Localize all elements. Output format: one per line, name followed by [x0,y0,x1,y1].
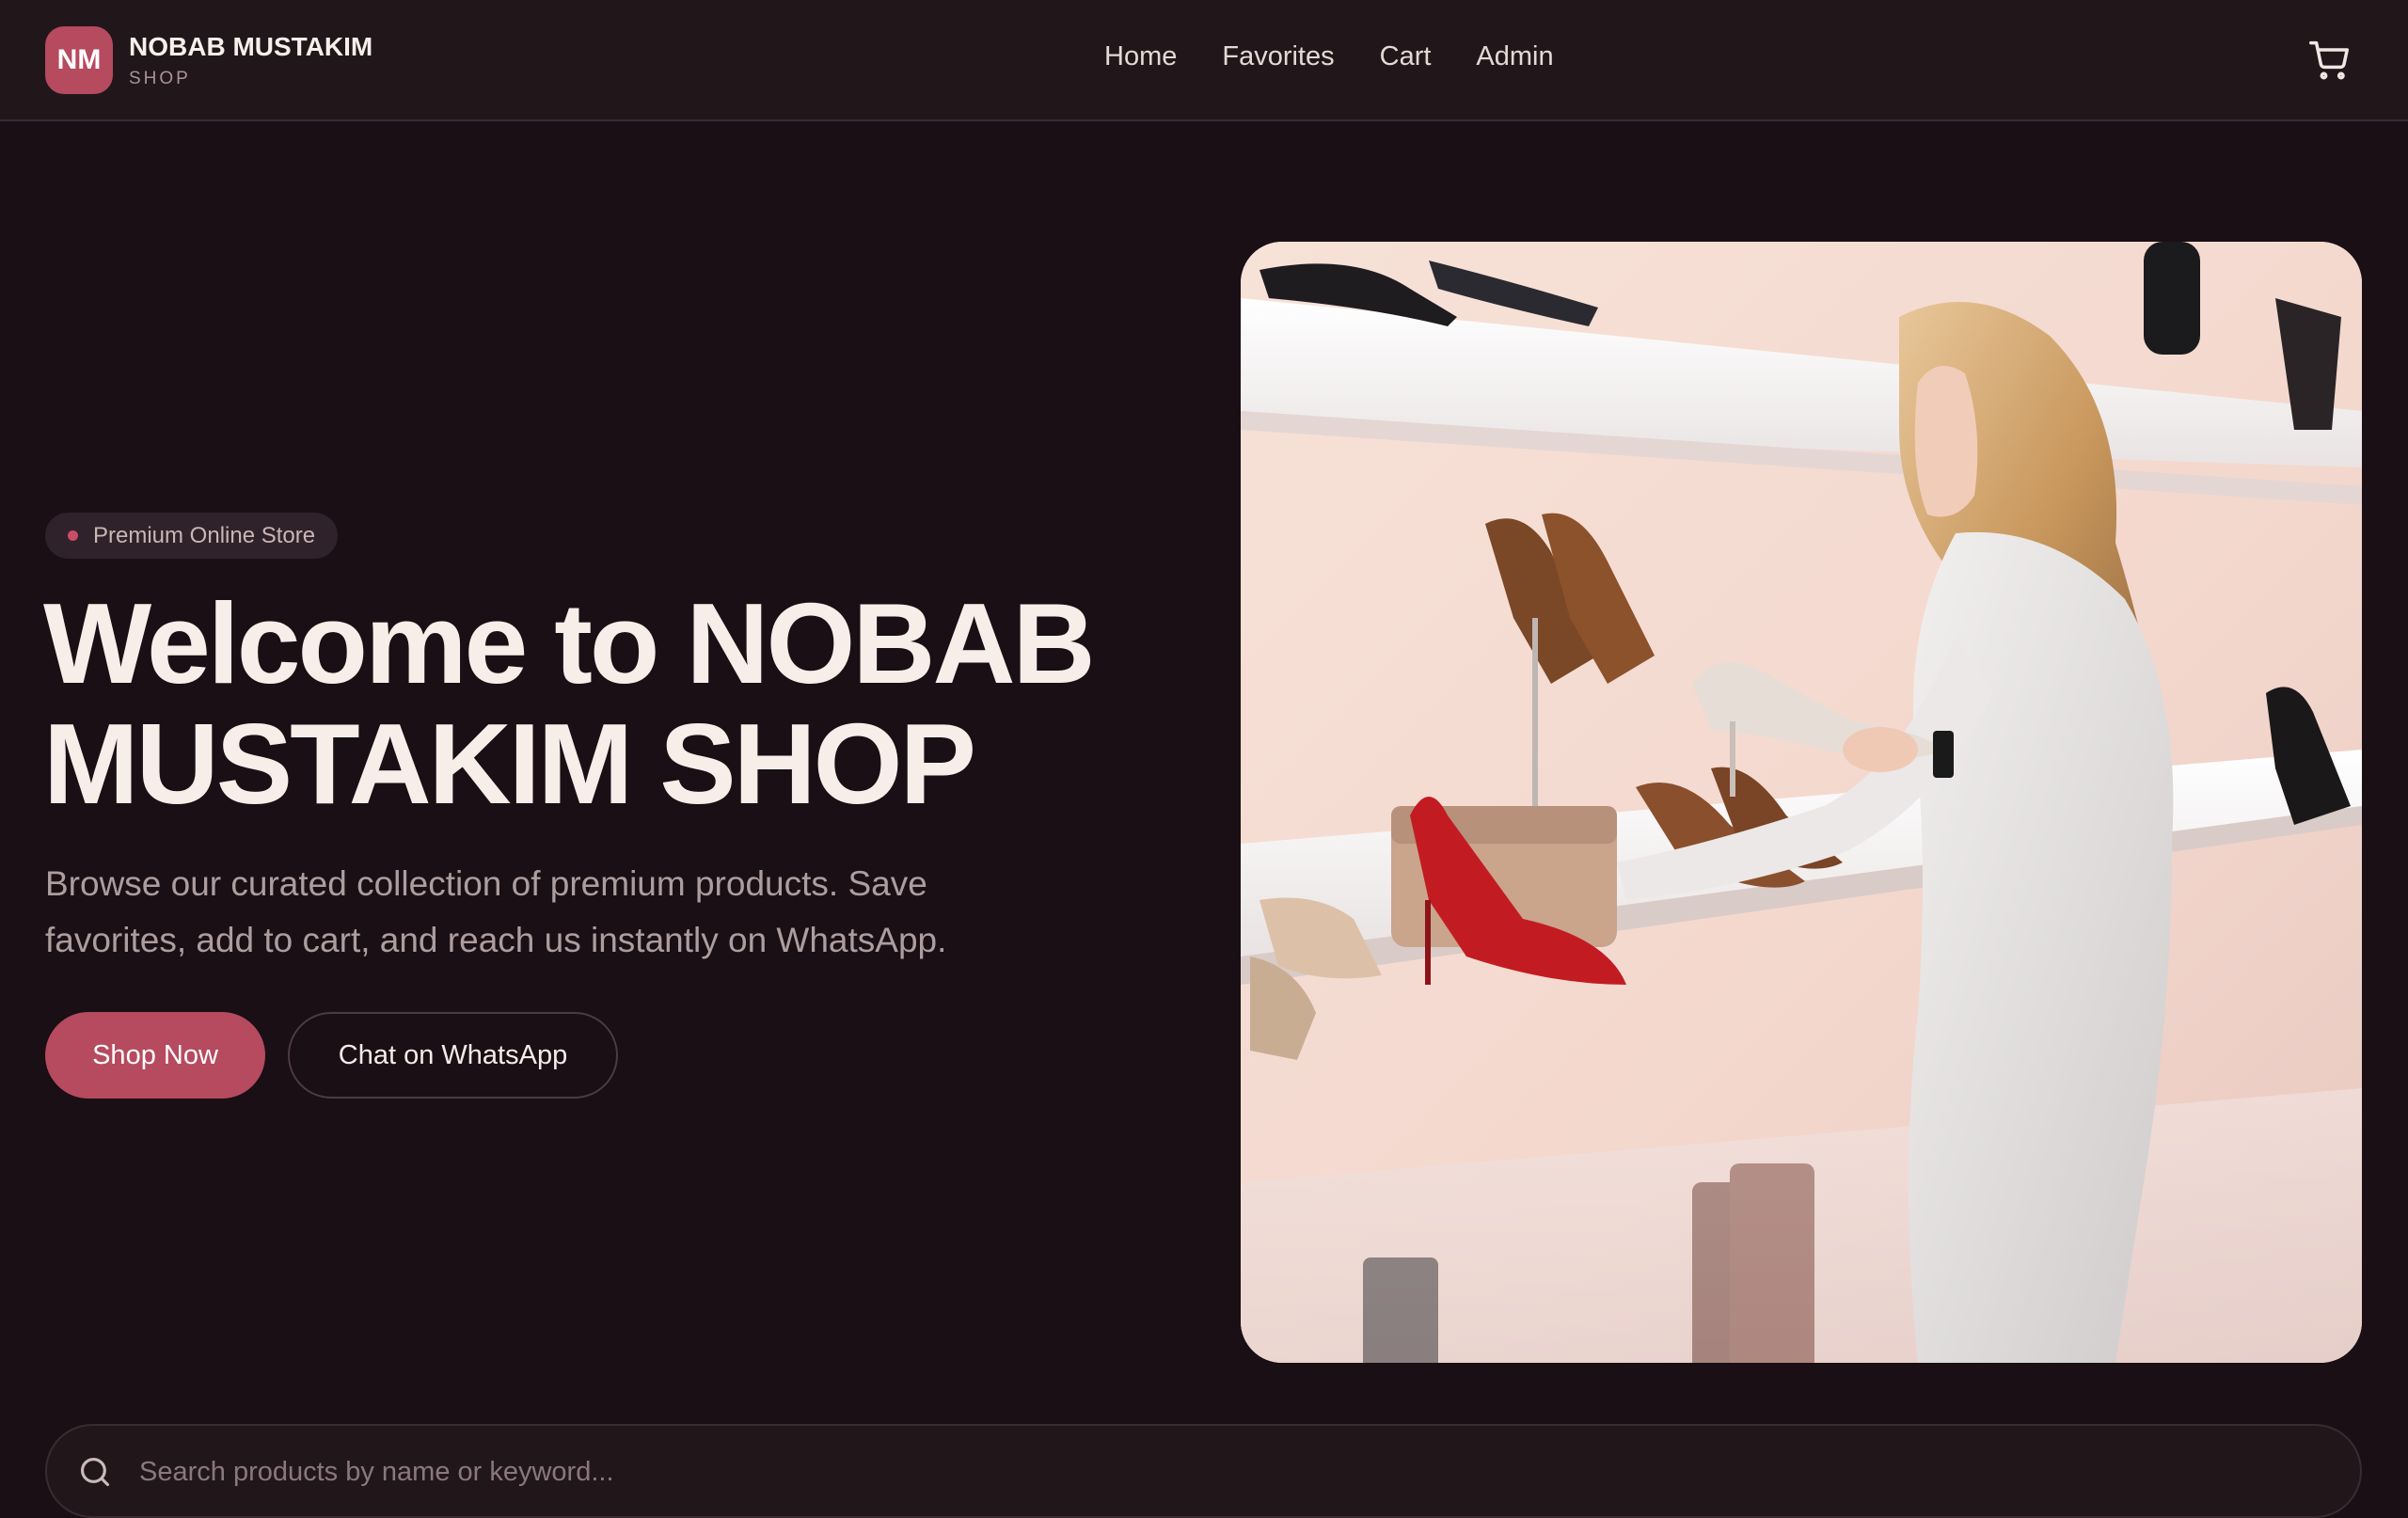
nav-link-cart[interactable]: Cart [1380,41,1432,72]
shopping-cart-icon[interactable] [2308,40,2350,81]
shop-now-button[interactable]: Shop Now [45,1012,265,1099]
brand-name[interactable]: NOBAB MUSTAKIM [129,32,372,62]
search-bar [45,1424,2362,1518]
hero-title: Welcome to NOBAB MUSTAKIM SHOP [43,579,1096,828]
nav-link-favorites[interactable]: Favorites [1222,41,1334,72]
logo-badge[interactable]: NM [45,26,113,94]
search-input[interactable] [137,1445,2301,1499]
hero-description: Browse our curated collection of premium… [45,864,947,959]
main-nav: Home Favorites Cart Admin [1104,41,1554,72]
premium-store-badge: Premium Online Store [45,513,339,559]
top-navbar: NM NOBAB MUSTAKIM SHOP Home Favorites Ca… [0,0,2408,121]
search-icon [80,1457,110,1487]
badge-dot-icon [68,530,78,541]
brand-subtitle: SHOP [129,69,191,88]
hero-image [1241,242,2362,1363]
nav-link-admin[interactable]: Admin [1476,41,1553,72]
nav-link-home[interactable]: Home [1104,41,1177,72]
badge-label: Premium Online Store [93,522,316,548]
chat-whatsapp-button[interactable]: Chat on WhatsApp [288,1012,618,1099]
